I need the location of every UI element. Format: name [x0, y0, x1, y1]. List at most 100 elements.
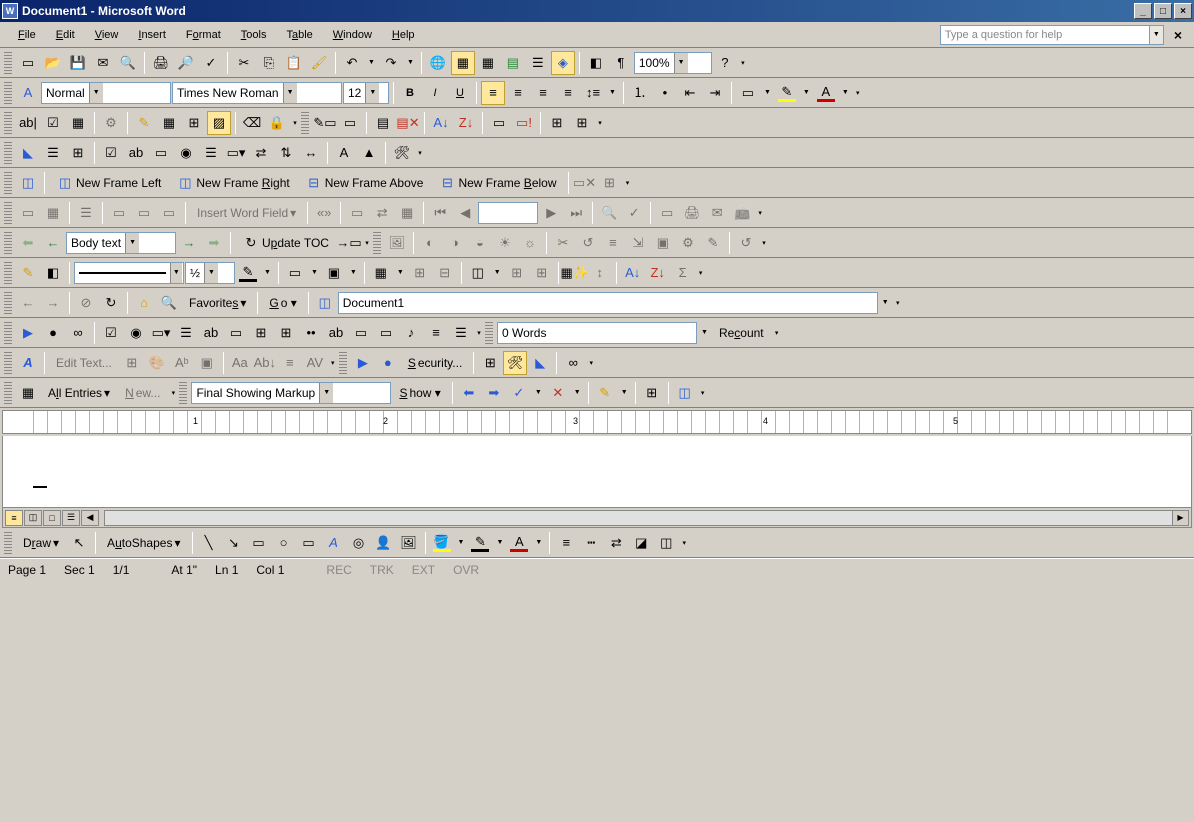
hscroll-right-button[interactable]: ▶: [1172, 511, 1188, 525]
spin-button[interactable]: ⇅: [274, 141, 298, 165]
status-ext[interactable]: EXT: [412, 563, 435, 577]
delete-frame-button[interactable]: ▭✕: [573, 171, 597, 195]
mm-check-button[interactable]: ✓: [622, 201, 646, 225]
autoshapes-button[interactable]: AutoShapes ▾: [100, 531, 187, 555]
toolbar-options[interactable]: ▾: [696, 261, 706, 285]
excel-button[interactable]: ▤: [501, 51, 525, 75]
doc-map-button[interactable]: ◧: [584, 51, 608, 75]
tables-borders-button[interactable]: ▦: [451, 51, 475, 75]
new-frame-below-button[interactable]: ⊟New Frame Below: [431, 171, 563, 195]
promote-heading-button[interactable]: ⬅: [16, 231, 40, 255]
toolbar-options[interactable]: ▾: [328, 351, 338, 375]
combobox-button[interactable]: ▭▾: [224, 141, 248, 165]
vb-combo-button[interactable]: ▭▾: [149, 321, 173, 345]
normal-view-button[interactable]: ≡: [5, 510, 23, 526]
forward-button[interactable]: →: [41, 291, 65, 315]
style-combo[interactable]: Normal▼: [41, 82, 171, 104]
vb-checkbox-button[interactable]: ☑: [99, 321, 123, 345]
mm-greeting-button[interactable]: ▭: [132, 201, 156, 225]
vb-password-button[interactable]: ••: [299, 321, 323, 345]
security-menu-button[interactable]: Security...: [401, 351, 469, 375]
font-size-combo[interactable]: 12▼: [343, 82, 389, 104]
toolbar-grip[interactable]: [373, 232, 381, 254]
hyperlink-button[interactable]: 🌐: [426, 51, 450, 75]
reset-pic-button[interactable]: ↺: [734, 231, 758, 255]
prev-change-button[interactable]: ⬅: [457, 381, 481, 405]
toolbar-options[interactable]: ▾: [290, 111, 300, 135]
toolbar-grip[interactable]: [4, 202, 12, 224]
insert-table-button[interactable]: ▦: [476, 51, 500, 75]
decrease-indent-button[interactable]: ⇤: [678, 81, 702, 105]
new-frame-left-button[interactable]: ◫New Frame Left: [49, 171, 168, 195]
menu-window[interactable]: Window: [323, 26, 382, 44]
toolbar-options[interactable]: ▾: [362, 231, 372, 255]
outside-border-button[interactable]: ▭: [283, 261, 307, 285]
open-button[interactable]: 📂: [41, 51, 65, 75]
menu-file[interactable]: File: [8, 26, 46, 44]
frame-toc-button[interactable]: ◫: [16, 171, 40, 195]
toolbar-options[interactable]: ▾: [623, 171, 633, 195]
mm-find-button[interactable]: 🔍: [597, 201, 621, 225]
wordart-spacing-button[interactable]: AV: [303, 351, 327, 375]
rotate-left-button[interactable]: ↺: [576, 231, 600, 255]
insert-table-dropdown[interactable]: ▼: [394, 261, 407, 285]
print-preview-button[interactable]: 🔎: [174, 51, 198, 75]
toolbar-options[interactable]: ▾: [853, 81, 863, 105]
show-button[interactable]: Show ▾: [392, 381, 447, 405]
toolbar-options[interactable]: ▾: [772, 321, 782, 345]
review-mode-combo[interactable]: Final Showing Markup▼: [191, 382, 391, 404]
insert-frame-button[interactable]: ⊞: [182, 111, 206, 135]
redo-button[interactable]: ↷: [379, 51, 403, 75]
toolbar-grip[interactable]: [4, 112, 12, 134]
toolbar-options[interactable]: ▾: [168, 381, 178, 405]
clipart-button[interactable]: 👤: [372, 531, 396, 555]
run-macro2-button[interactable]: ▶: [351, 351, 375, 375]
recount-button[interactable]: Recount: [712, 321, 771, 345]
mm-first-button[interactable]: ⏮: [428, 201, 452, 225]
line-color-button[interactable]: ✎: [468, 531, 492, 555]
autotext-new-button[interactable]: ✎▭: [313, 111, 337, 135]
redo-dropdown[interactable]: ▼: [404, 51, 417, 75]
show-hide-button[interactable]: ¶: [609, 51, 633, 75]
fill-color-dropdown[interactable]: ▼: [455, 531, 468, 555]
oval-button[interactable]: ○: [272, 531, 296, 555]
promote-button[interactable]: ←: [41, 231, 65, 255]
toolbar-options[interactable]: ▾: [415, 141, 425, 165]
line-style-pic-button[interactable]: ≡: [601, 231, 625, 255]
scrollbar-button[interactable]: ↔: [299, 141, 323, 165]
mm-setup-button[interactable]: ▭: [16, 201, 40, 225]
italic-button[interactable]: I: [423, 81, 447, 105]
copy-button[interactable]: ⎘: [257, 51, 281, 75]
distribute-cols-button[interactable]: ⊞: [530, 261, 554, 285]
sort-desc2-button[interactable]: Z↓: [646, 261, 670, 285]
highlight-dropdown[interactable]: ▼: [800, 81, 813, 105]
vb-props-button[interactable]: ☰: [449, 321, 473, 345]
vb-submit-button[interactable]: ⊞: [249, 321, 273, 345]
help-dropdown[interactable]: ▼: [1150, 25, 1164, 45]
reject-dropdown[interactable]: ▼: [571, 381, 584, 405]
toolbar-grip[interactable]: [4, 352, 12, 374]
line-button[interactable]: ╲: [197, 531, 221, 555]
vb-list-button[interactable]: ☰: [174, 321, 198, 345]
justify-button[interactable]: ≡: [556, 81, 580, 105]
toolbar-grip[interactable]: [4, 292, 12, 314]
undo-dropdown[interactable]: ▼: [365, 51, 378, 75]
outline-view-button[interactable]: ☰: [62, 510, 80, 526]
mm-last-button[interactable]: ⏭: [564, 201, 588, 225]
image-control-button[interactable]: ▲: [357, 141, 381, 165]
draw-menu-button[interactable]: Draw ▾: [16, 531, 66, 555]
shading-dropdown[interactable]: ▼: [347, 261, 360, 285]
save-button[interactable]: 💾: [66, 51, 90, 75]
menu-view[interactable]: View: [85, 26, 129, 44]
insert-table2-button[interactable]: ▦: [157, 111, 181, 135]
format-painter-button[interactable]: 🖌: [307, 51, 331, 75]
next-change-button[interactable]: ➡: [482, 381, 506, 405]
font-color-button[interactable]: A: [814, 81, 838, 105]
mm-merge-fax-button[interactable]: 📠: [730, 201, 754, 225]
edit-text-button[interactable]: Edit Text...: [49, 351, 119, 375]
toolbar-options[interactable]: ▾: [474, 321, 484, 345]
form-options-button[interactable]: ⚙: [99, 111, 123, 135]
bold-button[interactable]: B: [398, 81, 422, 105]
paste-button[interactable]: 📋: [282, 51, 306, 75]
address-dropdown[interactable]: ▼: [879, 291, 892, 315]
